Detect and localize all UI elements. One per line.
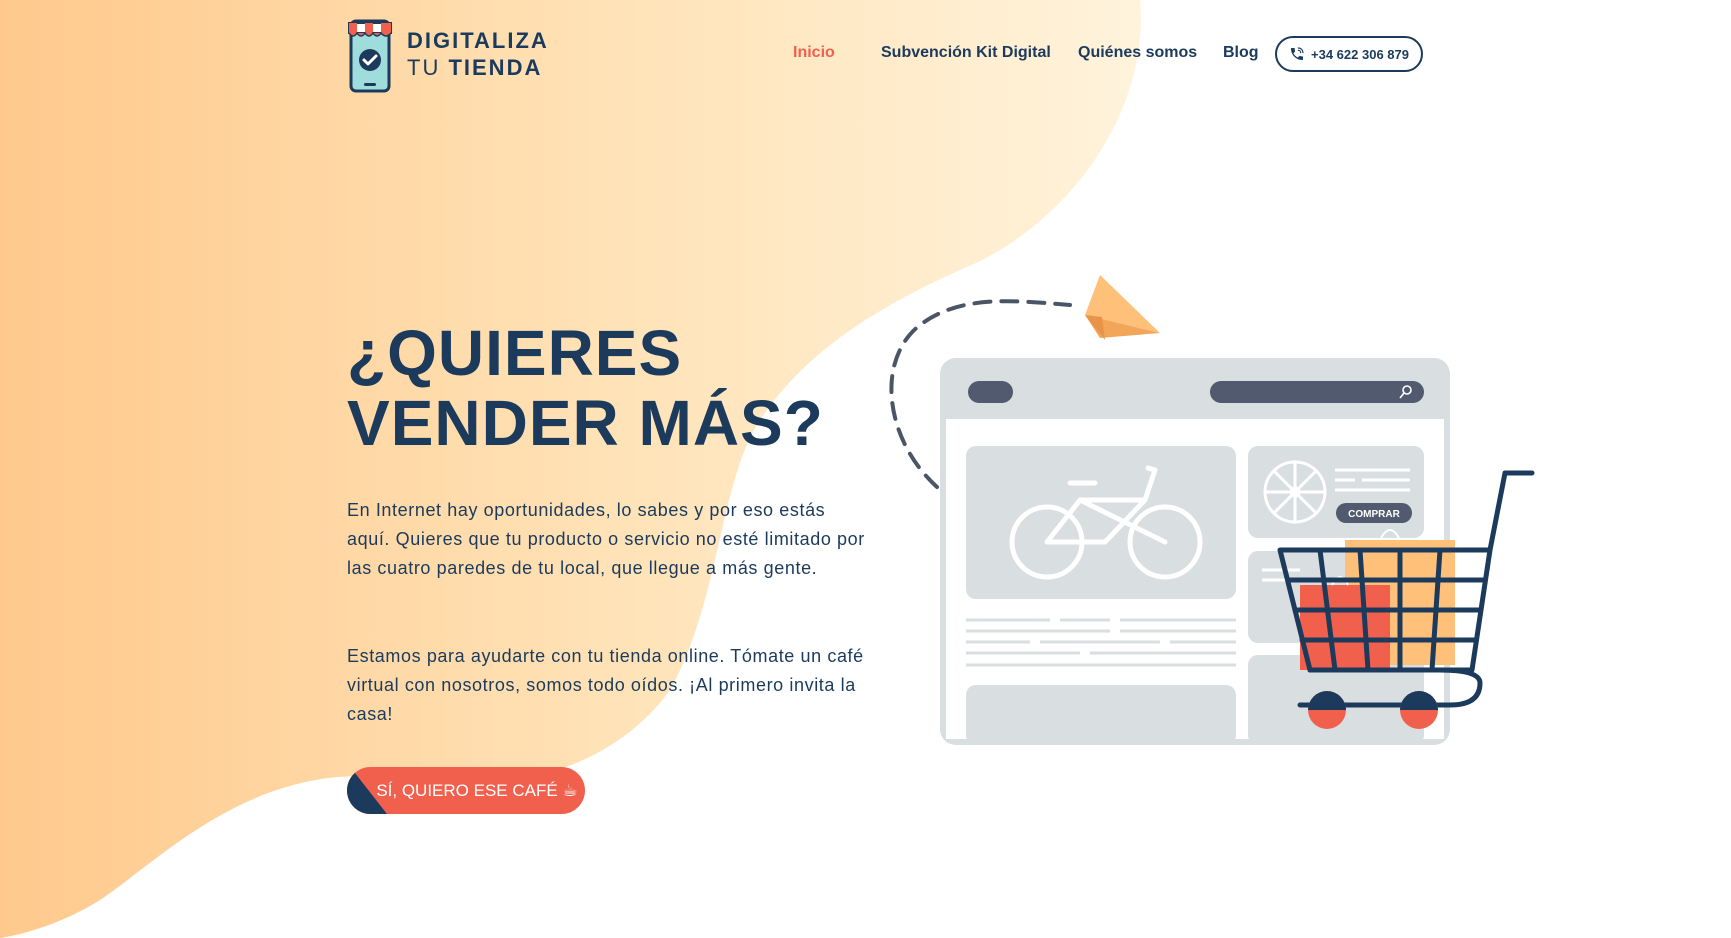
wheel-icon xyxy=(1263,460,1327,524)
phone-icon xyxy=(1291,47,1304,60)
buy-label: COMPRAR xyxy=(1348,509,1400,520)
hero-title-line2: VENDER MÁS? xyxy=(347,387,824,459)
hero-paragraph-2: Estamos para ayudarte con tu tienda onli… xyxy=(347,646,864,724)
paper-plane-icon xyxy=(1085,275,1160,340)
online-shop-illustration: COMPRAR xyxy=(889,275,1535,745)
phone-button[interactable]: +34 622 306 879 xyxy=(1275,36,1423,72)
hero-title-line1: ¿QUIERES xyxy=(347,317,683,389)
nav-subvencion-kit-digital[interactable]: Subvención Kit Digital xyxy=(881,44,1051,62)
nav-inicio[interactable]: Inicio xyxy=(793,44,835,62)
main-nav: Inicio Subvención Kit Digital Quiénes so… xyxy=(0,36,1731,72)
nav-blog[interactable]: Blog xyxy=(1223,44,1259,62)
hero-title: ¿QUIERES VENDER MÁS? xyxy=(347,318,824,458)
coffee-cta-button[interactable]: SÍ, QUIERO ESE CAFÉ ☕ xyxy=(347,767,585,814)
phone-number: +34 622 306 879 xyxy=(1311,46,1409,62)
cta-label: SÍ, QUIERO ESE CAFÉ ☕ xyxy=(376,780,578,800)
nav-quienes-somos[interactable]: Quiénes somos xyxy=(1078,44,1197,62)
hero-paragraph-1: En Internet hay oportunidades, lo sabes … xyxy=(347,500,865,578)
